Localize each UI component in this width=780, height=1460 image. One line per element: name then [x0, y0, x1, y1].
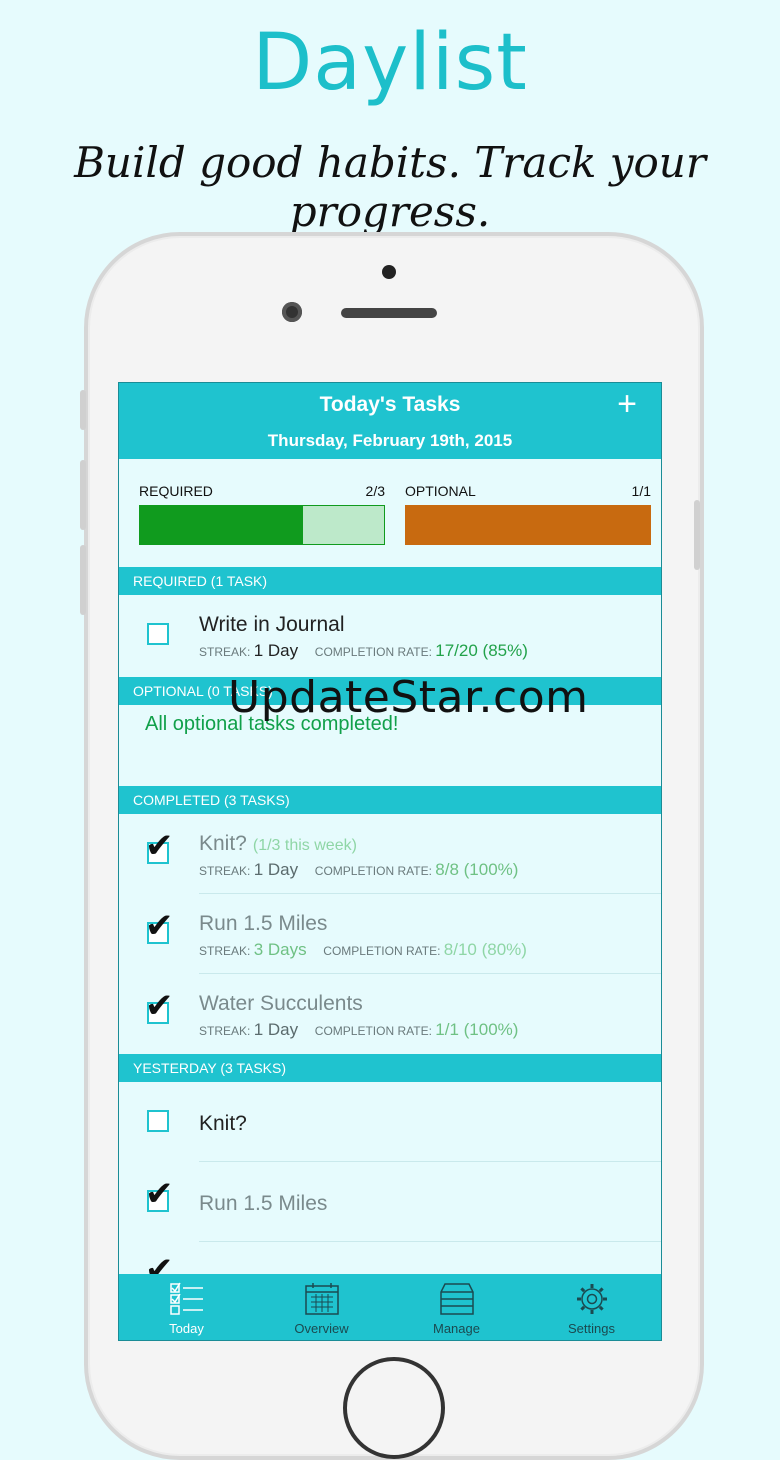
tab-settings[interactable]: Settings	[524, 1274, 659, 1340]
completion-rate-value: 17/20 (85%)	[435, 641, 528, 660]
tab-overview[interactable]: Overview	[254, 1274, 389, 1340]
checkmark-icon: ✔	[145, 986, 174, 1026]
section-completed: COMPLETED (3 TASKS)	[119, 786, 661, 814]
promo-title: Daylist	[252, 18, 528, 108]
task-weekly-progress: (1/3 this week)	[252, 837, 357, 854]
tab-label: Settings	[568, 1321, 615, 1336]
task-meta: STREAK: 1 Day COMPLETION RATE: 8/8 (100%…	[199, 860, 518, 880]
task-row[interactable]: Knit?	[119, 1082, 661, 1162]
task-name: Knit?	[199, 1112, 247, 1135]
streak-value: 1 Day	[253, 860, 299, 879]
required-progress: REQUIRED 2/3	[139, 483, 385, 549]
task-row[interactable]: ✔ Knit? (1/3 this week) STREAK: 1 Day COM…	[119, 814, 661, 894]
section-yesterday: YESTERDAY (3 TASKS)	[119, 1054, 661, 1082]
streak-label: STREAK:	[199, 864, 251, 878]
streak-value: 1 Day	[253, 641, 299, 660]
tab-label: Manage	[433, 1321, 480, 1336]
navbar: Today's Tasks Thursday, February 19th, 2…	[119, 383, 661, 459]
optional-progress: OPTIONAL 1/1	[405, 483, 651, 549]
task-name: Knit? (1/3 this week)	[199, 832, 357, 855]
power-button	[694, 500, 700, 570]
completion-rate-label: COMPLETION RATE:	[314, 1024, 432, 1038]
task-row[interactable]: Write in Journal STREAK: 1 Day COMPLETIO…	[119, 595, 661, 675]
task-row[interactable]: ✔ Water Succulents STREAK: 1 Day COMPLET…	[119, 974, 661, 1054]
app-screen: Today's Tasks Thursday, February 19th, 2…	[118, 382, 662, 1341]
home-button[interactable]	[343, 1357, 445, 1459]
streak-label: STREAK:	[199, 944, 251, 958]
streak-label: STREAK:	[199, 645, 251, 659]
checklist-icon	[169, 1282, 203, 1315]
progress-summary: REQUIRED 2/3 OPTIONAL 1/1	[119, 459, 661, 567]
nav-date: Thursday, February 19th, 2015	[267, 431, 513, 450]
streak-value: 3 Days	[253, 940, 307, 959]
calendar-icon	[304, 1283, 339, 1315]
section-required: REQUIRED (1 TASK)	[119, 567, 661, 595]
tab-manage[interactable]: Manage	[389, 1274, 524, 1340]
optional-progress-track	[405, 505, 651, 545]
completion-rate-label: COMPLETION RATE:	[314, 645, 432, 659]
task-name: Write in Journal	[199, 613, 345, 636]
required-count: 2/3	[365, 483, 385, 499]
optional-label: OPTIONAL	[405, 483, 476, 499]
completion-rate-value: 1/1 (100%)	[435, 1020, 519, 1039]
completion-rate-value: 8/10 (80%)	[443, 940, 527, 959]
required-progress-track	[139, 505, 385, 545]
database-icon	[439, 1283, 474, 1315]
plus-icon[interactable]: +	[617, 385, 637, 424]
completion-rate-label: COMPLETION RATE:	[314, 864, 432, 878]
nav-title: Today's Tasks	[319, 393, 461, 416]
task-row[interactable]: ✔ Run 1.5 Miles STREAK: 3 Days COMPLETIO…	[119, 894, 661, 974]
promo-subtitle: Build good habits. Track your progress.	[74, 138, 706, 236]
tab-bar: Today Overview Manage Settings	[119, 1274, 661, 1340]
checkmark-icon: ✔	[145, 826, 174, 866]
tab-label: Today	[169, 1321, 204, 1336]
watermark-text: UpdateStar.com	[228, 672, 589, 723]
tab-today[interactable]: Today	[119, 1274, 254, 1340]
mute-switch	[80, 390, 86, 430]
volume-up-button	[80, 460, 86, 530]
required-progress-fill	[140, 506, 303, 544]
task-checkbox[interactable]	[147, 1110, 169, 1132]
tab-label: Overview	[294, 1321, 349, 1336]
task-name: Water Succulents	[199, 992, 363, 1015]
front-camera	[282, 302, 302, 322]
gear-icon	[576, 1284, 607, 1314]
streak-value: 1 Day	[253, 1020, 299, 1039]
checkmark-icon: ✔	[145, 906, 174, 946]
task-meta: STREAK: 1 Day COMPLETION RATE: 1/1 (100%…	[199, 1020, 518, 1040]
task-meta: STREAK: 1 Day COMPLETION RATE: 17/20 (85…	[199, 641, 528, 661]
streak-label: STREAK:	[199, 1024, 251, 1038]
volume-down-button	[80, 545, 86, 615]
proximity-sensor	[382, 265, 396, 279]
optional-progress-fill	[405, 505, 651, 545]
completion-rate-label: COMPLETION RATE:	[323, 944, 441, 958]
task-name: Run 1.5 Miles	[199, 912, 328, 935]
completion-rate-value: 8/8 (100%)	[435, 860, 519, 879]
task-name: Run 1.5 Miles	[199, 1192, 328, 1215]
task-checkbox[interactable]	[147, 623, 169, 645]
optional-count: 1/1	[631, 483, 651, 499]
required-label: REQUIRED	[139, 483, 213, 499]
task-meta: STREAK: 3 Days COMPLETION RATE: 8/10 (80…	[199, 940, 527, 960]
checkmark-icon: ✔	[145, 1174, 174, 1214]
task-row[interactable]: ✔ Run 1.5 Miles	[119, 1162, 661, 1242]
earpiece-speaker	[341, 308, 437, 318]
